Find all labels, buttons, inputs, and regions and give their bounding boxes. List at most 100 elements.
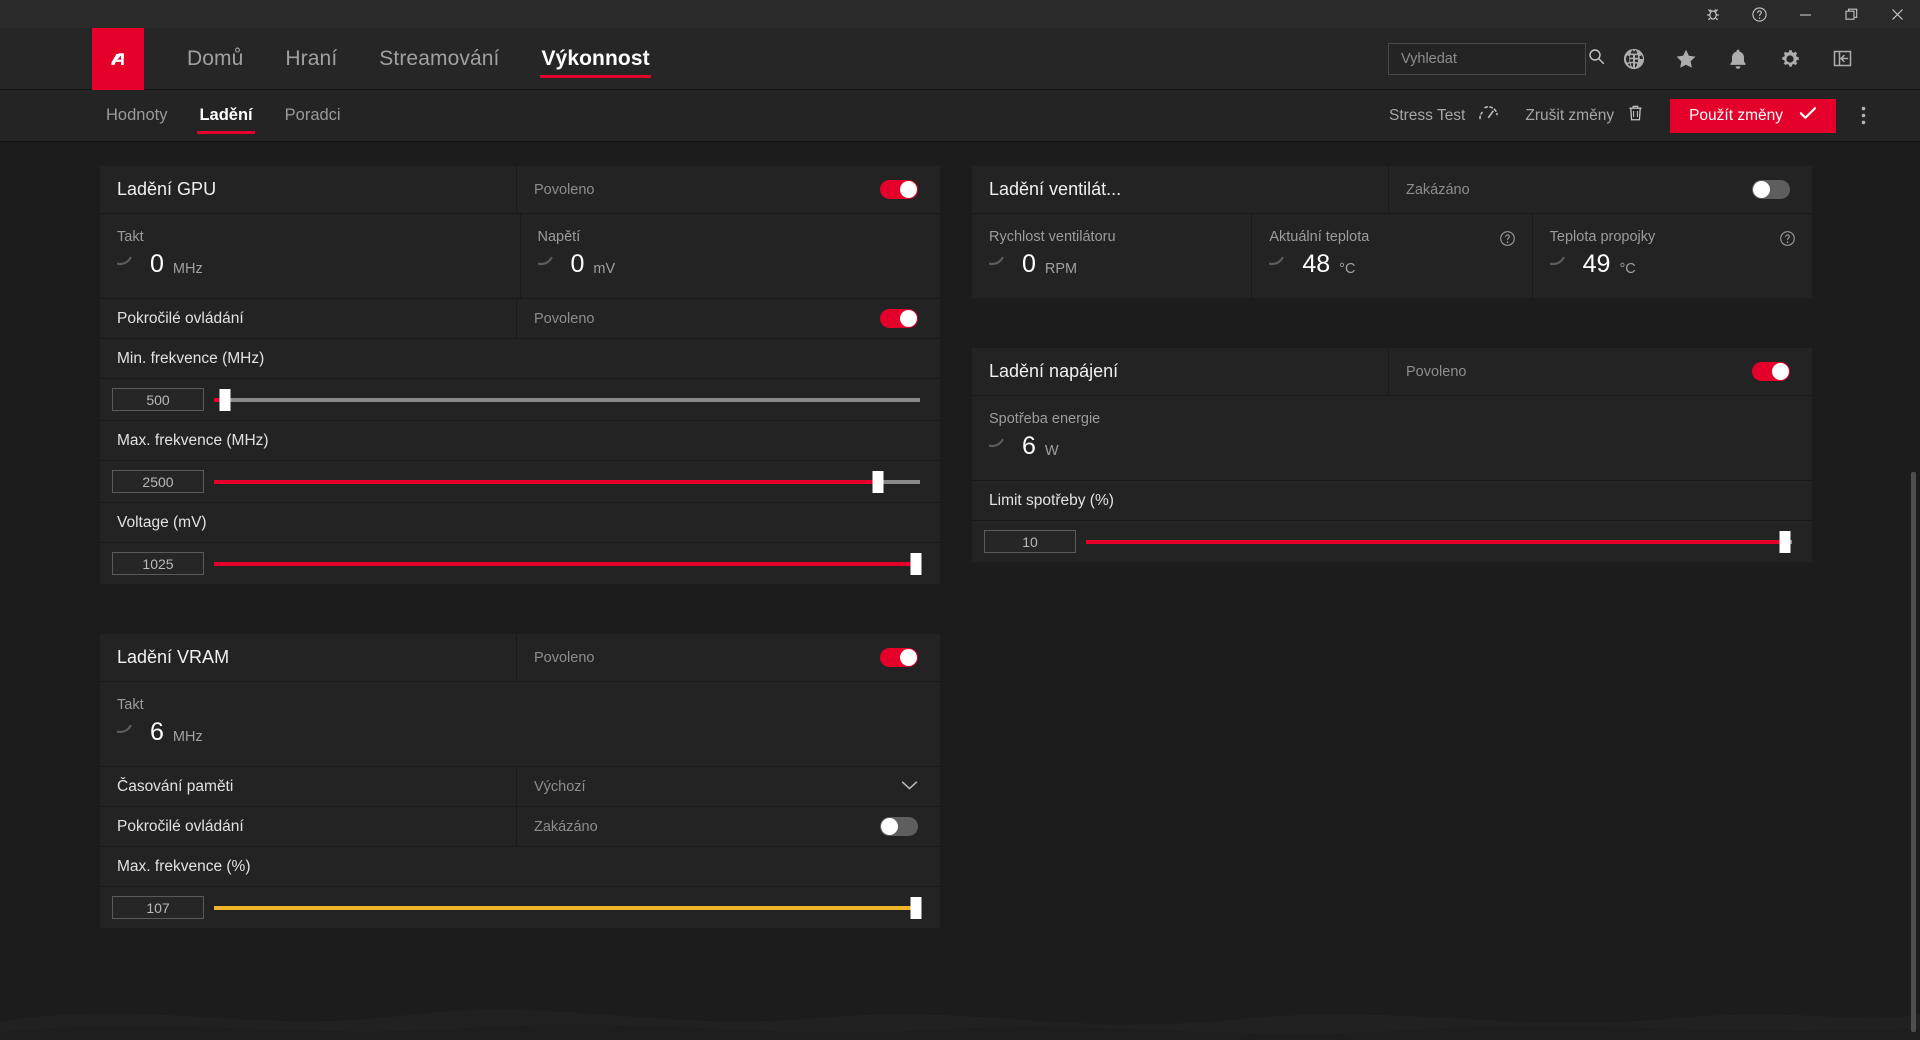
memory-timing-label: Časování paměti	[100, 767, 517, 806]
slider-track	[214, 397, 920, 402]
search-box[interactable]	[1388, 42, 1605, 75]
vram-max-freq-slider-row[interactable]: 107	[100, 886, 940, 928]
search-icon[interactable]	[1588, 48, 1605, 70]
gpu-tuning-enable-row[interactable]: Povoleno	[517, 166, 940, 213]
content-area: Ladění GPU Povoleno Takt 0 MHz Napětí 0 …	[0, 142, 1920, 1040]
help-icon[interactable]	[1499, 230, 1516, 247]
power-limit-slider-row[interactable]: 10	[972, 520, 1812, 562]
gpu-advanced-toggle[interactable]	[880, 309, 918, 328]
power-tuning-title: Ladění napájení	[972, 348, 1389, 395]
gpu-tuning-toggle[interactable]	[880, 180, 918, 199]
decorative-wave	[0, 1009, 1920, 1040]
gpu-advanced-state: Povoleno	[534, 310, 595, 327]
vram-max-freq-value[interactable]: 107	[112, 896, 204, 919]
power-tuning-header: Ladění napájení Povoleno	[972, 348, 1812, 396]
toggle-knob	[1772, 363, 1789, 380]
gpu-advanced-label: Pokročilé ovládání	[100, 299, 517, 338]
gpu-max-freq-value[interactable]: 2500	[112, 470, 204, 493]
slider-thumb[interactable]	[910, 552, 922, 575]
metric-value: 6	[150, 717, 164, 746]
metric-value: 6	[1022, 431, 1036, 460]
gauge-arc-icon	[117, 717, 134, 734]
power-limit-value[interactable]: 10	[984, 530, 1076, 553]
tab-hodnoty[interactable]: Hodnoty	[92, 90, 183, 142]
help-icon[interactable]	[1736, 0, 1782, 28]
gpu-max-freq-label: Max. frekvence (MHz)	[100, 420, 940, 460]
more-options-button[interactable]	[1846, 99, 1880, 133]
gpu-min-freq-value[interactable]: 500	[112, 388, 204, 411]
gpu-min-freq-slider-row[interactable]: 500	[100, 378, 940, 420]
gear-icon[interactable]	[1769, 38, 1811, 80]
star-icon[interactable]	[1665, 38, 1707, 80]
metric-label: Takt	[117, 229, 144, 245]
metric-unit: W	[1044, 443, 1059, 459]
globe-icon[interactable]	[1613, 38, 1655, 80]
slider-thumb[interactable]	[910, 896, 922, 919]
metric-display: 49 °C	[1549, 249, 1812, 279]
power-tuning-enable-row[interactable]: Povoleno	[1389, 348, 1812, 395]
gauge-arc-icon	[117, 249, 134, 266]
gpu-voltage-slider-row[interactable]: 1025	[100, 542, 940, 584]
nav-tab-streamovani[interactable]: Streamování	[358, 28, 520, 90]
metric-label: Aktuální teplota	[1269, 229, 1370, 245]
vram-advanced-toggle[interactable]	[880, 817, 918, 836]
left-column: Ladění GPU Povoleno Takt 0 MHz Napětí 0 …	[100, 166, 940, 978]
gpu-voltage-slider[interactable]	[214, 552, 922, 575]
fan-tuning-state-label: Zakázáno	[1406, 181, 1470, 198]
gpu-max-freq-slider-row[interactable]: 2500	[100, 460, 940, 502]
fan-tuning-toggle[interactable]	[1752, 180, 1790, 199]
tab-poradci[interactable]: Poradci	[269, 90, 357, 142]
power-limit-slider[interactable]	[1086, 530, 1792, 553]
gauge-arc-icon	[537, 249, 554, 266]
chevron-down-icon[interactable]	[901, 779, 918, 795]
minimize-icon[interactable]	[1782, 0, 1828, 28]
power-tuning-toggle[interactable]	[1752, 362, 1790, 381]
gauge-arc-icon	[1549, 249, 1566, 266]
vertical-scrollbar[interactable]	[1911, 472, 1916, 1032]
vram-memory-timing-row[interactable]: Časování paměti Výchozí	[100, 766, 940, 806]
metric-label: Takt	[117, 697, 144, 713]
apply-changes-button[interactable]: Použít změny	[1670, 98, 1836, 133]
metric-unit: RPM	[1044, 261, 1078, 277]
vram-advanced-control[interactable]: Zakázáno	[517, 807, 940, 846]
metric-label: Rychlost ventilátoru	[989, 229, 1116, 245]
vram-tuning-enable-row[interactable]: Povoleno	[517, 634, 940, 681]
sub-nav-actions: Stress Test Zrušit změny Použít změny	[1389, 98, 1920, 133]
nav-tab-domu[interactable]: Domů	[166, 28, 264, 90]
gpu-voltage-value[interactable]: 1025	[112, 552, 204, 575]
vram-advanced-row[interactable]: Pokročilé ovládání Zakázáno	[100, 806, 940, 846]
collapse-panel-icon[interactable]	[1821, 38, 1863, 80]
gpu-min-freq-label: Min. frekvence (MHz)	[100, 338, 940, 378]
stress-test-button[interactable]: Stress Test	[1389, 105, 1499, 126]
restore-icon[interactable]	[1828, 0, 1874, 28]
discard-changes-button[interactable]: Zrušit změny	[1525, 104, 1644, 127]
close-icon[interactable]	[1874, 0, 1920, 28]
fan-metrics-row: Rychlost ventilátoru 0 RPM Aktuální tepl…	[972, 214, 1812, 298]
amd-logo-icon[interactable]	[92, 27, 144, 90]
help-icon[interactable]	[1779, 230, 1796, 247]
power-consumption-metric: Spotřeba energie 6 W	[972, 396, 1812, 480]
bug-icon[interactable]	[1690, 0, 1736, 28]
slider-thumb[interactable]	[1779, 530, 1791, 553]
nav-tab-hrani[interactable]: Hraní	[264, 28, 358, 90]
toggle-knob	[900, 181, 917, 198]
slider-thumb[interactable]	[872, 470, 884, 493]
search-input[interactable]	[1401, 50, 1588, 67]
slider-thumb[interactable]	[219, 388, 231, 411]
gpu-min-freq-slider[interactable]	[214, 388, 920, 411]
vram-max-freq-slider[interactable]	[214, 896, 922, 919]
vram-clock-metric: Takt 6 MHz	[100, 682, 940, 766]
gpu-advanced-row[interactable]: Pokročilé ovládání Povoleno	[100, 298, 940, 338]
nav-tab-vykonnost[interactable]: Výkonnost	[520, 28, 670, 90]
vram-advanced-label: Pokročilé ovládání	[100, 807, 517, 846]
bell-icon[interactable]	[1717, 38, 1759, 80]
tab-ladeni[interactable]: Ladění	[183, 90, 268, 142]
gpu-max-freq-slider[interactable]	[214, 470, 920, 493]
gpu-advanced-control[interactable]: Povoleno	[517, 299, 940, 338]
vram-tuning-toggle[interactable]	[880, 648, 918, 667]
fan-tuning-enable-row[interactable]: Zakázáno	[1389, 166, 1812, 213]
gpu-tuning-panel: Ladění GPU Povoleno Takt 0 MHz Napětí 0 …	[100, 166, 940, 584]
memory-timing-dropdown[interactable]: Výchozí	[517, 767, 940, 806]
metric-value: 49	[1582, 249, 1611, 278]
gpu-tuning-state-label: Povoleno	[534, 181, 595, 198]
